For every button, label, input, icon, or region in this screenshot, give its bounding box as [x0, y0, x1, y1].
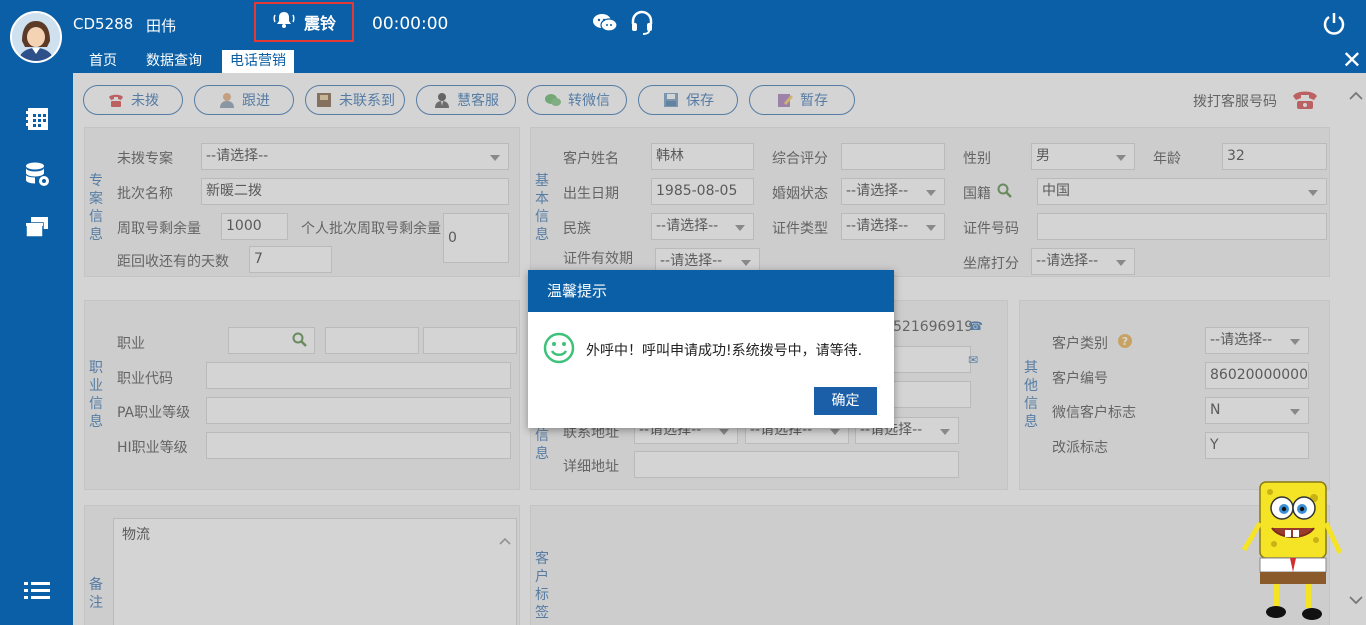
notice-dialog: 温馨提示 外呼中！呼叫申请成功!系统拨号中，请等待. 确定 [528, 270, 894, 428]
ring-status-badge[interactable]: 震铃 [254, 2, 354, 42]
tab-telemarketing[interactable]: 电话营销 [222, 50, 294, 73]
menu-list-icon[interactable] [24, 580, 50, 606]
dialog-title: 温馨提示 [528, 270, 894, 312]
agent-name: 田伟 [146, 17, 177, 35]
smile-icon [543, 332, 575, 368]
tab-bar: 首页 数据查询 电话营销 ✕ [73, 48, 1366, 73]
call-timer: 00:00:00 [372, 14, 449, 34]
agent-id: CD5288 [73, 15, 134, 33]
dialog-message: 外呼中！呼叫申请成功!系统拨号中，请等待. [586, 343, 863, 359]
phonebook-icon[interactable] [24, 106, 50, 136]
close-tab-icon[interactable]: ✕ [1342, 48, 1362, 72]
wechat-icon[interactable] [592, 12, 618, 38]
left-sidebar [0, 48, 73, 625]
database-settings-icon[interactable] [24, 161, 52, 193]
tab-data-query[interactable]: 数据查询 [138, 50, 210, 73]
ring-status-label: 震铃 [303, 14, 336, 33]
agent-avatar[interactable] [10, 11, 62, 63]
power-icon[interactable] [1321, 11, 1347, 41]
sponge-mascot-icon[interactable] [1240, 478, 1344, 625]
top-bar: CD5288 田伟 震铃 00:00:00 [0, 0, 1366, 48]
tab-home[interactable]: 首页 [81, 50, 125, 73]
dialog-ok-button[interactable]: 确定 [814, 387, 877, 415]
ring-bell-icon [272, 10, 296, 34]
windows-icon[interactable] [24, 215, 50, 243]
headset-icon[interactable] [630, 10, 654, 40]
